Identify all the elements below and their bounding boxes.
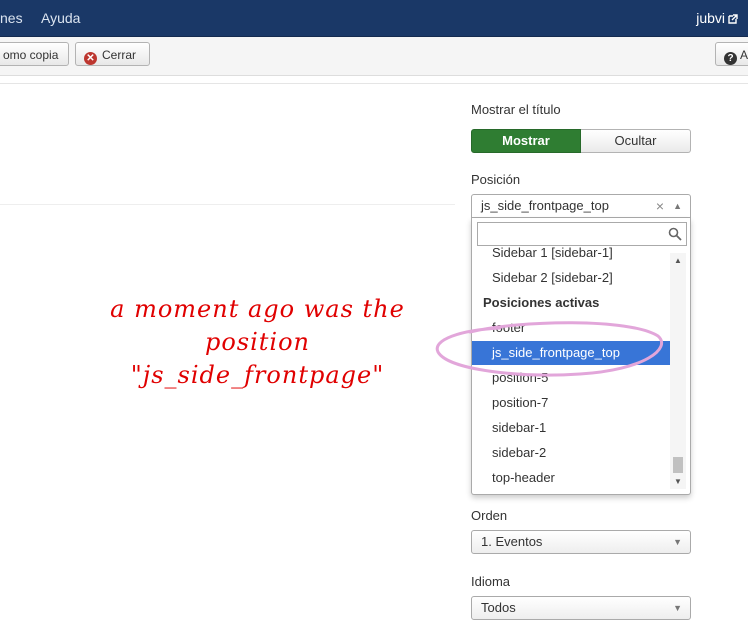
save-as-copy-button[interactable]: omo copia <box>0 42 69 66</box>
show-title-label: Mostrar el título <box>471 102 561 117</box>
show-title-toggle: Mostrar Ocultar <box>471 129 691 153</box>
chevron-down-icon: ▼ <box>673 603 682 613</box>
option-sidebar-2[interactable]: sidebar-2 <box>472 441 670 465</box>
order-value: 1. Eventos <box>481 534 543 549</box>
content-divider <box>0 204 455 205</box>
nav-item-opciones[interactable]: nes <box>0 10 23 26</box>
close-label: Cerrar <box>102 48 137 62</box>
language-select[interactable]: Todos ▼ <box>471 596 691 620</box>
position-value: js_side_frontpage_top <box>481 198 609 213</box>
top-navbar: nes Ayuda jubvi <box>0 0 748 37</box>
user-name: jubvi <box>696 10 725 26</box>
search-icon <box>668 227 682 241</box>
annotation-line-2: position <box>204 328 311 356</box>
annotation-line-1: a moment ago was the <box>110 295 405 323</box>
option-position-7[interactable]: position-7 <box>472 391 670 415</box>
show-button[interactable]: Mostrar <box>471 129 581 153</box>
chevron-down-icon: ▼ <box>673 537 682 547</box>
annotation-line-3: "js_side_frontpage" <box>130 361 385 389</box>
option-sidebar-2-bracket[interactable]: Sidebar 2 [sidebar-2] <box>472 266 670 290</box>
header-divider <box>0 83 748 84</box>
close-icon: ✕ <box>84 52 97 65</box>
scroll-up-icon[interactable]: ▲ <box>674 256 682 265</box>
language-value: Todos <box>481 600 516 615</box>
annotation-text: a moment ago was the position "js_side_f… <box>105 293 410 392</box>
user-link[interactable]: jubvi <box>696 10 738 26</box>
dropdown-scrollbar[interactable]: ▲ ▼ <box>670 253 686 489</box>
hide-button[interactable]: Ocultar <box>581 129 691 153</box>
option-top-header[interactable]: top-header <box>472 466 670 490</box>
annotation-ellipse <box>435 321 664 377</box>
order-select[interactable]: 1. Eventos ▼ <box>471 530 691 554</box>
help-label: A <box>740 48 748 62</box>
order-label: Orden <box>471 508 508 523</box>
language-label: Idioma <box>471 574 511 589</box>
position-select[interactable]: js_side_frontpage_top × ▲ <box>471 194 691 218</box>
scrollbar-thumb[interactable] <box>673 457 683 473</box>
position-label: Posición <box>471 172 521 187</box>
nav-item-ayuda[interactable]: Ayuda <box>41 10 80 26</box>
toolbar: omo copia ✕ Cerrar ? A <box>0 37 748 76</box>
external-link-icon <box>728 14 738 24</box>
close-button[interactable]: ✕ Cerrar <box>75 42 150 66</box>
option-sidebar-1-bracket[interactable]: Sidebar 1 [sidebar-1] <box>472 241 670 265</box>
clear-icon[interactable]: × <box>656 195 664 217</box>
save-as-copy-label: omo copia <box>3 48 59 62</box>
option-sidebar-1[interactable]: sidebar-1 <box>472 416 670 440</box>
option-group-label: Posiciones activas <box>483 295 600 310</box>
scroll-down-icon[interactable]: ▼ <box>674 477 682 486</box>
help-button[interactable]: ? A <box>715 42 748 66</box>
chevron-up-icon: ▲ <box>673 201 682 211</box>
help-icon: ? <box>724 52 737 65</box>
